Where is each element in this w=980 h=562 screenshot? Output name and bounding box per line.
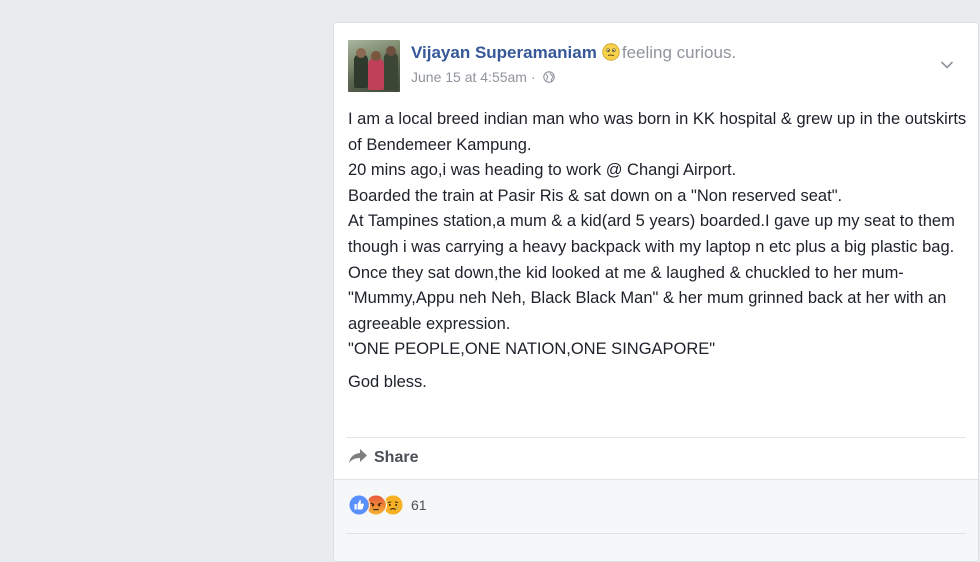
confused-face-icon bbox=[602, 43, 620, 61]
reactions-row[interactable]: 61 bbox=[348, 494, 427, 518]
action-divider bbox=[346, 437, 966, 438]
post-paragraph: "ONE PEOPLE,ONE NATION,ONE SINGAPORE" bbox=[348, 340, 716, 359]
post-timestamp[interactable]: June 15 at 4:55am bbox=[411, 69, 527, 85]
post-paragraph: I am a local breed indian man who was bo… bbox=[348, 110, 967, 154]
footer-divider bbox=[346, 533, 966, 534]
post-paragraph: Boarded the train at Pasir Ris & sat dow… bbox=[348, 186, 843, 205]
author-name-link[interactable]: Vijayan Superamaniam bbox=[411, 43, 597, 62]
post-paragraph: At Tampines station,a mum & a kid(ard 5 … bbox=[348, 212, 955, 256]
share-arrow-icon bbox=[349, 449, 367, 463]
author-line: Vijayan Superamaniam feeling curious. bbox=[411, 42, 736, 64]
post-meta: June 15 at 4:55am · bbox=[411, 68, 556, 86]
post-card: Vijayan Superamaniam feeling curious. Ju… bbox=[333, 22, 979, 562]
post-body: I am a local breed indian man who was bo… bbox=[348, 107, 968, 396]
feeling-text: feeling curious. bbox=[621, 43, 737, 62]
post-header: Vijayan Superamaniam feeling curious. Ju… bbox=[348, 40, 964, 92]
share-label: Share bbox=[374, 449, 419, 466]
post-paragraph: Once they sat down,the kid looked at me … bbox=[348, 263, 947, 333]
reaction-count[interactable]: 61 bbox=[411, 497, 427, 513]
like-icon bbox=[348, 494, 370, 516]
globe-icon[interactable] bbox=[543, 71, 556, 83]
chevron-down-icon[interactable] bbox=[940, 60, 954, 70]
author-avatar[interactable] bbox=[348, 40, 400, 92]
post-closing: God bless. bbox=[348, 372, 427, 391]
post-paragraph: 20 mins ago,i was heading to work @ Chan… bbox=[348, 161, 737, 180]
share-button[interactable]: Share bbox=[348, 448, 418, 470]
meta-separator: · bbox=[526, 69, 540, 85]
